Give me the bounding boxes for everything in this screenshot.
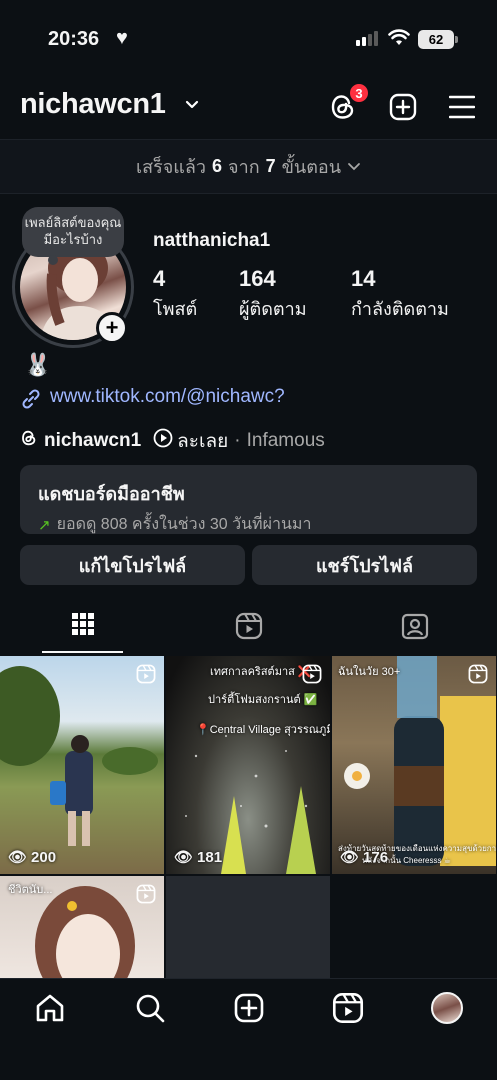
profile-avatar[interactable] <box>431 992 463 1024</box>
threads-username[interactable]: nichawcn1 <box>44 430 141 452</box>
tagged-icon <box>401 612 429 654</box>
status-time: 20:36 <box>48 28 100 50</box>
chevron-down-icon <box>347 156 361 177</box>
stat-posts[interactable]: 4 โพสต์ <box>153 266 197 323</box>
add-story-button[interactable]: + <box>96 312 128 344</box>
bio-emoji: 🐰 <box>24 352 52 377</box>
note-tail <box>48 255 58 265</box>
post-tile[interactable]: 👁 200 <box>0 656 164 874</box>
post-caption: ชีวิตนับ... <box>8 884 53 896</box>
display-name: natthanicha1 <box>153 230 271 251</box>
eye-icon: 👁 <box>340 849 360 866</box>
music-title[interactable]: ละเลย <box>177 426 228 456</box>
account-switcher[interactable]: nichawcn1 <box>20 88 166 121</box>
tab-tagged[interactable] <box>332 612 497 654</box>
steps-total: 7 <box>265 156 276 176</box>
view-count-value: 176 <box>363 848 389 866</box>
trend-up-icon: ↗ <box>38 516 51 534</box>
menu-icon[interactable] <box>448 95 476 124</box>
empty-tile <box>166 876 330 978</box>
cellular-signal-icon <box>356 31 378 46</box>
battery-cap <box>455 36 458 43</box>
stat-value: 14 <box>351 266 376 291</box>
link-icon <box>20 388 42 415</box>
professional-dashboard[interactable]: แดชบอร์ดมืออาชีพ ↗ ยอดดู 808 ครั้งในช่วง… <box>20 465 477 534</box>
create-icon[interactable] <box>233 992 265 1029</box>
reel-badge-icon <box>136 664 156 689</box>
post-caption: ฉันในวัย 30+ <box>338 666 401 678</box>
post-tile[interactable]: ฉันในวัย 30+ ส่งท้ายวันสุดท้ายของเดือนแห… <box>332 656 496 874</box>
post-tile[interactable]: เทศกาลคริสต์มาส ❌ ปาร์ตี้โฟมสงกรานต์ ✅ 📍… <box>166 656 330 874</box>
chevron-down-icon[interactable] <box>184 98 200 116</box>
threads-icon[interactable] <box>20 429 38 453</box>
view-count: 👁 200 <box>8 848 57 867</box>
grid-icon <box>71 612 95 654</box>
tab-reels[interactable] <box>166 612 331 654</box>
steps-suffix: ขั้นตอน <box>281 157 342 177</box>
reel-badge-icon <box>136 884 156 909</box>
tab-posts-grid[interactable] <box>0 612 165 654</box>
stat-following[interactable]: 14 กำลังติดตาม <box>351 266 449 323</box>
play-icon[interactable] <box>153 428 173 454</box>
create-post-icon[interactable] <box>389 93 417 126</box>
notification-badge: 3 <box>348 82 370 104</box>
stat-value: 164 <box>239 266 276 291</box>
stat-value: 4 <box>153 266 166 291</box>
post-caption: 📍Central Village สุวรรณภูมิ <box>196 724 330 736</box>
music-artist[interactable]: Infamous <box>247 430 325 452</box>
post-caption: ปาร์ตี้โฟมสงกรานต์ ✅ <box>208 694 318 706</box>
reels-icon[interactable] <box>332 992 364 1029</box>
bio-link[interactable]: www.tiktok.com/@nichawc? <box>50 386 285 408</box>
profile-steps-banner[interactable]: เสร็จแล้ว 6 จาก 7 ขั้นตอน <box>0 139 497 194</box>
battery-icon: 62 <box>418 30 454 49</box>
view-count-value: 181 <box>197 848 223 866</box>
view-count-value: 200 <box>31 848 57 866</box>
wifi-icon <box>388 29 410 52</box>
search-icon[interactable] <box>134 992 166 1029</box>
post-tile[interactable]: ชีวิตนับ... <box>0 876 164 978</box>
heart-icon: ♥ <box>116 27 128 49</box>
threads-music-row: nichawcn1 ละเลย · Infamous <box>20 426 325 456</box>
dashboard-title: แดชบอร์ดมืออาชีพ <box>38 484 185 504</box>
view-count: 👁 176 <box>340 848 389 867</box>
steps-prefix: เสร็จแล้ว <box>135 157 207 177</box>
dashboard-subtitle: ยอดดู 808 ครั้งในช่วง 30 วันที่ผ่านมา <box>56 516 312 533</box>
profile-note[interactable]: เพลย์ลิสต์ของคุณมีอะไรบ้าง <box>22 207 124 257</box>
eye-icon: 👁 <box>174 849 194 866</box>
stat-label: กำลังติดตาม <box>351 299 449 319</box>
separator-dot: · <box>234 430 241 451</box>
stat-label: ผู้ติดตาม <box>239 299 307 319</box>
edit-profile-button[interactable]: แก้ไขโปรไฟล์ <box>20 545 245 585</box>
active-tab-indicator <box>42 651 123 653</box>
stat-followers[interactable]: 164 ผู้ติดตาม <box>239 266 307 323</box>
reel-badge-icon <box>302 664 322 689</box>
eye-icon: 👁 <box>8 849 28 866</box>
view-count: 👁 181 <box>174 848 223 867</box>
home-icon[interactable] <box>34 992 66 1029</box>
share-profile-button[interactable]: แชร์โปรไฟล์ <box>252 545 477 585</box>
post-caption: เทศกาลคริสต์มาส ❌ <box>210 666 312 678</box>
steps-middle: จาก <box>228 157 260 177</box>
reels-icon <box>235 612 263 654</box>
reel-badge-icon <box>468 664 488 689</box>
stat-label: โพสต์ <box>153 299 198 319</box>
steps-done: 6 <box>212 156 223 176</box>
